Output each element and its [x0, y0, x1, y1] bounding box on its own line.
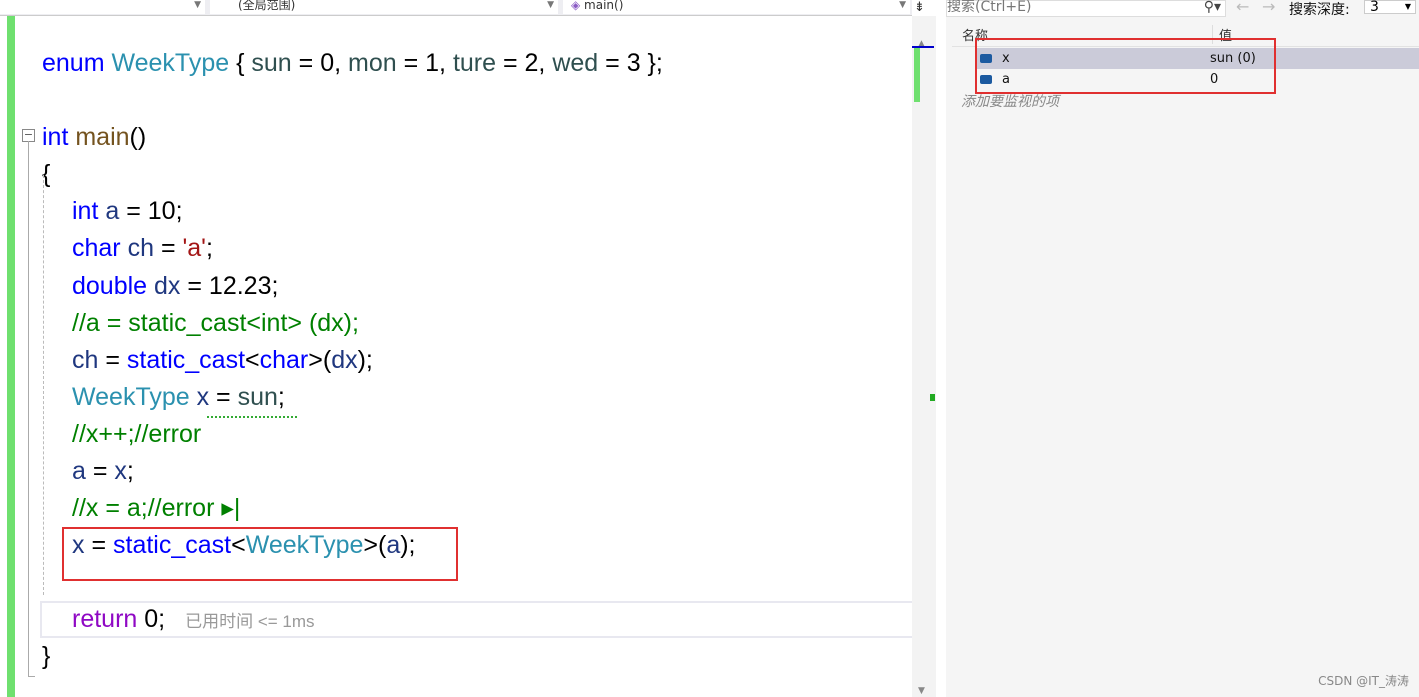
code-line[interactable]: //a = static_cast<int> (dx); [72, 305, 359, 342]
code-line[interactable]: char ch = 'a'; [72, 230, 213, 267]
code-token: a [72, 457, 86, 485]
code-token: ch [72, 346, 99, 374]
code-line[interactable]: //x = a;//error ▸| [72, 490, 240, 527]
code-token: //x = a;//error ▸| [72, 494, 241, 522]
code-token: //a = static_cast<int> (dx); [72, 309, 359, 337]
vertical-scrollbar[interactable]: ▲ ▼ [912, 16, 936, 697]
code-token: < [245, 346, 260, 374]
code-token: = [85, 457, 115, 485]
code-token: wed [552, 49, 599, 77]
code-token: a [105, 197, 120, 225]
code-token: >( [308, 346, 332, 374]
code-token: char [72, 234, 128, 262]
watch-panel: 搜索(Ctrl+E) ⚲▾ ← → 搜索深度: 3 ▼ 名称 值 x sun (0) … [946, 0, 1419, 697]
scope-combo-value: (全局范围) [238, 0, 296, 12]
code-token: { [229, 49, 252, 77]
code-token: char [259, 346, 309, 374]
code-line[interactable]: double dx = 12.23; [72, 268, 278, 305]
code-token: ); [357, 346, 373, 374]
method-icon: ◈ [571, 0, 585, 12]
code-token: = [154, 234, 183, 262]
search-icon[interactable]: ⚲▾ [1204, 0, 1221, 14]
code-token: () [129, 123, 147, 151]
code-line[interactable]: } [42, 638, 50, 675]
back-arrow-icon[interactable]: ← [1236, 0, 1249, 16]
code-token: static_cast [126, 346, 246, 374]
code-token: ; [126, 457, 134, 485]
search-depth-label: 搜索深度: [1289, 2, 1350, 18]
code-token: ; [277, 383, 285, 411]
indent-guide [43, 175, 44, 595]
code-line[interactable]: a = x; [72, 453, 134, 490]
project-combo[interactable]: ▼ [0, 0, 205, 14]
chevron-down-icon: ▼ [899, 0, 906, 10]
code-line[interactable]: int a = 10; [72, 193, 183, 230]
code-line[interactable]: WeekType x = sun; [72, 379, 285, 416]
code-token: mon [348, 49, 397, 77]
code-token: WeekType [72, 383, 197, 411]
code-token: int [42, 123, 76, 151]
code-token: int [72, 197, 106, 225]
code-token: x [114, 457, 127, 485]
code-token: = 3 }; [598, 49, 663, 77]
current-line-highlight [40, 601, 914, 638]
function-combo-value: main() [584, 0, 624, 12]
search-depth-value: 3 [1370, 0, 1379, 15]
scroll-down-icon[interactable]: ▼ [918, 686, 925, 696]
chevron-down-icon: ▼ [1404, 2, 1411, 11]
split-icon[interactable]: ⇟ [914, 0, 925, 15]
code-token: ; [205, 234, 213, 262]
fold-region-line [28, 141, 35, 677]
code-token: } [42, 642, 51, 670]
code-line[interactable]: ch = static_cast<char>(dx); [72, 342, 373, 379]
search-depth-select[interactable]: 3 ▼ [1364, 0, 1416, 14]
code-token: 'a' [182, 234, 206, 262]
watch-search-input[interactable]: 搜索(Ctrl+E) ⚲▾ [946, 0, 1226, 17]
scope-combo[interactable]: (全局范围) ▼ [210, 0, 558, 14]
editor-navigation-bar: ▼ (全局范围) ▼ ◈ main() ▼ [0, 0, 912, 16]
code-line[interactable]: int main() [42, 119, 146, 156]
code-token: sun [237, 383, 278, 411]
code-line[interactable]: //x++;//error [72, 416, 201, 453]
warning-squiggle [207, 412, 297, 418]
code-token: sun [251, 49, 292, 77]
code-token: = 1, [396, 49, 453, 77]
code-token: dx [331, 346, 358, 374]
code-token: WeekType [111, 49, 230, 77]
chevron-down-icon: ▼ [194, 0, 201, 10]
code-token: main [75, 123, 130, 151]
code-token: ture [452, 49, 497, 77]
code-token: = 12.23; [180, 272, 279, 300]
code-token: = [98, 346, 127, 374]
code-token: ch [127, 234, 154, 262]
highlight-box [975, 38, 1276, 94]
highlight-box [62, 527, 458, 581]
add-watch-item[interactable]: 添加要监视的项 [961, 91, 1059, 111]
code-token: //x++;//error [72, 420, 202, 448]
code-token: double [72, 272, 155, 300]
code-token: = 10; [119, 197, 183, 225]
function-combo[interactable]: ◈ main() ▼ [563, 0, 910, 14]
code-editor[interactable]: enum WeekType { sun = 0, mon = 1, ture =… [0, 16, 912, 697]
code-token: dx [154, 272, 181, 300]
code-token: = [209, 383, 238, 411]
code-token: x [196, 383, 210, 411]
code-token: = 2, [496, 49, 553, 77]
code-line[interactable]: enum WeekType { sun = 0, mon = 1, ture =… [42, 45, 663, 82]
watermark: CSDN @IT_涛涛 [1318, 674, 1409, 688]
code-token: = 0, [291, 49, 348, 77]
chevron-down-icon: ▼ [547, 0, 554, 10]
forward-arrow-icon[interactable]: → [1262, 0, 1275, 16]
code-token: enum [42, 49, 112, 77]
search-placeholder: 搜索(Ctrl+E) [947, 0, 1032, 15]
